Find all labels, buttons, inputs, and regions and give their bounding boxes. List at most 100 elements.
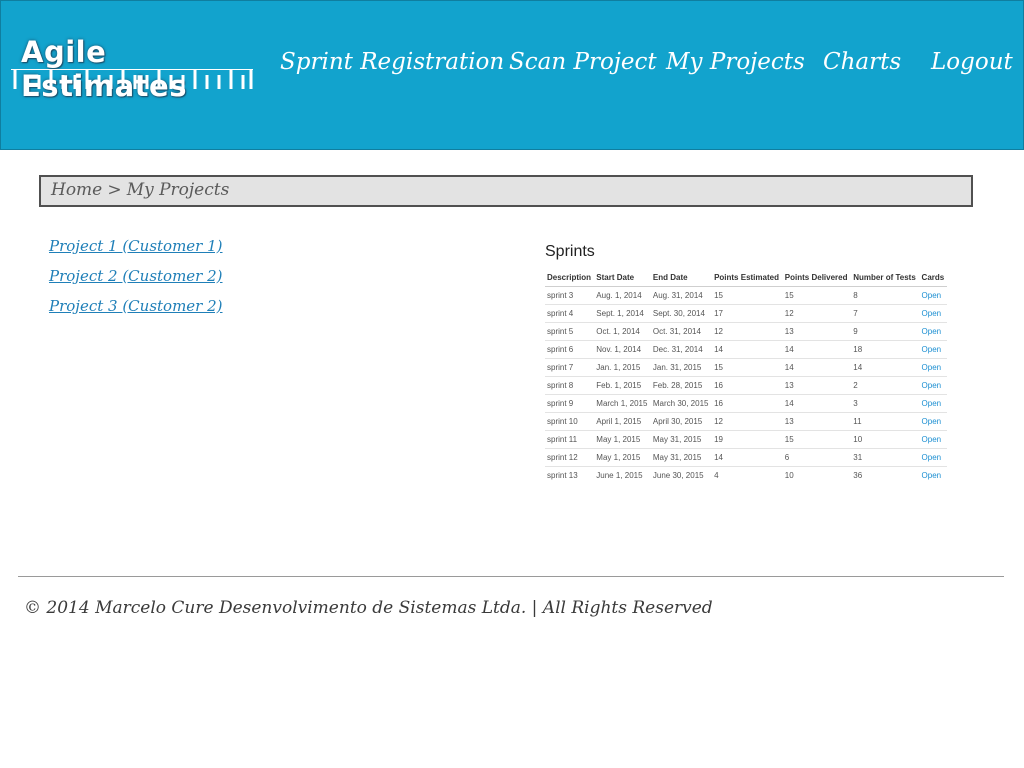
footer-divider [18,576,1004,577]
cell-start-date: Aug. 1, 2014 [594,286,651,305]
cell-number-of-tests: 10 [851,430,920,449]
sprints-panel: Sprints Description Start Date End Date … [545,243,950,484]
cards-open-link[interactable]: Open [919,430,947,449]
table-row: sprint 10 April 1, 2015 April 30, 2015 12 13… [545,412,947,431]
cards-open-link[interactable]: Open [919,448,947,467]
project-link-1[interactable]: Project 1 (Customer 1) [49,234,349,264]
col-end-date: End Date [650,269,713,287]
col-points-delivered: Points Delivered [782,269,852,287]
cards-open-link[interactable]: Open [919,358,947,377]
cell-points-estimated: 17 [712,304,783,323]
table-row: sprint 5 Oct. 1, 2014 Oct. 31, 2014 12 13 9 Op… [545,322,947,341]
cell-start-date: Feb. 1, 2015 [594,376,651,395]
cell-points-estimated: 15 [712,286,783,305]
cell-start-date: Jan. 1, 2015 [594,358,651,377]
cell-points-estimated: 12 [712,322,783,341]
cell-points-estimated: 14 [712,340,783,359]
nav-logout[interactable]: Logout [931,49,1013,75]
table-row: sprint 3 Aug. 1, 2014 Aug. 31, 2014 15 15 8 Op… [545,286,947,305]
project-link-2[interactable]: Project 2 (Customer 2) [49,264,349,294]
nav-scan-project[interactable]: Scan Project [509,49,657,75]
cell-points-delivered: 13 [782,322,852,341]
main-nav: Sprint Registration Scan Project My Proj… [1,49,1024,89]
cell-points-delivered: 12 [782,304,852,323]
cell-points-delivered: 15 [782,430,852,449]
nav-my-projects[interactable]: My Projects [666,49,805,75]
cards-open-link[interactable]: Open [919,466,947,484]
cell-points-estimated: 16 [712,394,783,413]
cell-points-delivered: 14 [782,394,852,413]
breadcrumb-separator: > [107,180,122,200]
cell-points-estimated: 14 [712,448,783,467]
cell-start-date: April 1, 2015 [594,412,651,431]
cell-end-date: June 30, 2015 [650,466,713,484]
cell-description: sprint 6 [545,340,595,359]
cell-description: sprint 13 [545,466,595,484]
col-description: Description [545,269,595,287]
cell-points-estimated: 4 [712,466,783,484]
cell-number-of-tests: 18 [851,340,920,359]
sprints-table-body: sprint 3 Aug. 1, 2014 Aug. 31, 2014 15 15 8 Op… [545,286,947,484]
cell-number-of-tests: 14 [851,358,920,377]
cell-points-delivered: 14 [782,340,852,359]
nav-sprint-registration[interactable]: Sprint Registration [280,49,504,75]
cell-description: sprint 12 [545,448,595,467]
cell-start-date: Nov. 1, 2014 [594,340,651,359]
cards-open-link[interactable]: Open [919,304,947,323]
cell-end-date: Oct. 31, 2014 [650,322,713,341]
breadcrumb: Home > My Projects [39,175,973,207]
cell-end-date: Dec. 31, 2014 [650,340,713,359]
cell-end-date: May 31, 2015 [650,448,713,467]
cell-number-of-tests: 7 [851,304,920,323]
cell-points-delivered: 15 [782,286,852,305]
cell-description: sprint 11 [545,430,595,449]
cell-number-of-tests: 8 [851,286,920,305]
table-row: sprint 11 May 1, 2015 May 31, 2015 19 15 10 Op… [545,430,947,449]
cell-start-date: Oct. 1, 2014 [594,322,651,341]
cell-points-delivered: 6 [782,448,852,467]
cell-points-delivered: 10 [782,466,852,484]
nav-charts[interactable]: Charts [823,49,901,75]
cell-start-date: Sept. 1, 2014 [594,304,651,323]
col-start-date: Start Date [594,269,651,287]
col-number-of-tests: Number of Tests [851,269,920,287]
cell-start-date: May 1, 2015 [594,448,651,467]
cell-number-of-tests: 3 [851,394,920,413]
cell-description: sprint 10 [545,412,595,431]
cell-start-date: June 1, 2015 [594,466,651,484]
table-row: sprint 9 March 1, 2015 March 30, 2015 16 14 3… [545,394,947,413]
project-list: Project 1 (Customer 1) Project 2 (Custom… [49,234,349,324]
header: Agile Estimates Sprint Registration Scan… [0,0,1024,150]
table-row: sprint 12 May 1, 2015 May 31, 2015 14 6 31 Ope… [545,448,947,467]
cell-points-delivered: 13 [782,412,852,431]
cell-description: sprint 5 [545,322,595,341]
project-link-3[interactable]: Project 3 (Customer 2) [49,294,349,324]
cell-start-date: March 1, 2015 [594,394,651,413]
table-row: sprint 8 Feb. 1, 2015 Feb. 28, 2015 16 13 2 Op… [545,376,947,395]
cell-description: sprint 9 [545,394,595,413]
cards-open-link[interactable]: Open [919,340,947,359]
cell-points-delivered: 14 [782,358,852,377]
cell-points-estimated: 15 [712,358,783,377]
sprints-title: Sprints [545,243,595,260]
cell-number-of-tests: 11 [851,412,920,431]
col-cards: Cards [919,269,947,287]
cards-open-link[interactable]: Open [919,286,947,305]
cards-open-link[interactable]: Open [919,394,947,413]
cell-points-estimated: 19 [712,430,783,449]
cards-open-link[interactable]: Open [919,322,947,341]
cards-open-link[interactable]: Open [919,376,947,395]
cell-end-date: April 30, 2015 [650,412,713,431]
sprints-table: Description Start Date End Date Points E… [545,269,947,484]
cell-end-date: Sept. 30, 2014 [650,304,713,323]
cell-number-of-tests: 31 [851,448,920,467]
cell-points-delivered: 13 [782,376,852,395]
breadcrumb-home[interactable]: Home [51,180,102,200]
table-row: sprint 4 Sept. 1, 2014 Sept. 30, 2014 17 12 7… [545,304,947,323]
cell-end-date: Feb. 28, 2015 [650,376,713,395]
table-row: sprint 6 Nov. 1, 2014 Dec. 31, 2014 14 14 18 O… [545,340,947,359]
cards-open-link[interactable]: Open [919,412,947,431]
cell-end-date: March 30, 2015 [650,394,713,413]
table-row: sprint 13 June 1, 2015 June 30, 2015 4 10 36 O… [545,466,947,484]
cell-description: sprint 3 [545,286,595,305]
